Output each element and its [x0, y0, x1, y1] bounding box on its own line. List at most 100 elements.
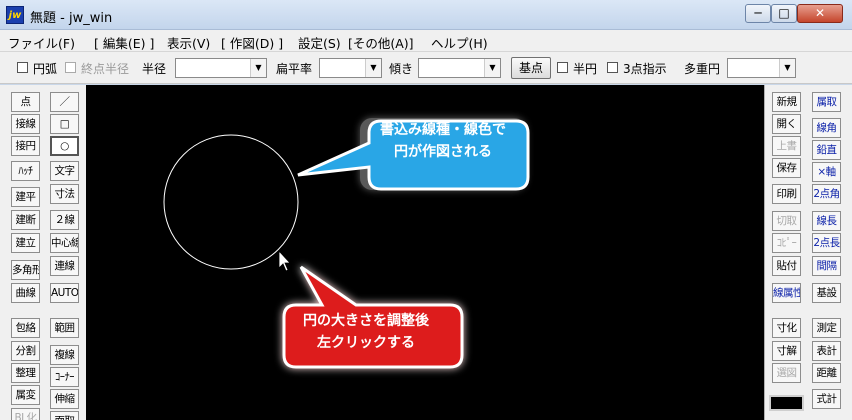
tilt-label: 傾き	[389, 62, 414, 76]
tool-envelope[interactable]: 包絡	[11, 318, 40, 338]
app-icon: jw	[6, 6, 24, 24]
tool-two-point-length[interactable]: 2点長	[812, 233, 841, 253]
menu-edit[interactable]: [ 編集(E) ]	[94, 33, 154, 52]
blue-callout-text: 書込み線種・線色で 円が作図される	[358, 119, 528, 163]
tool-attr-pick[interactable]: 属取	[812, 92, 841, 112]
tool-tangent-circle[interactable]: 接円	[11, 136, 40, 156]
menu-bar: ファイル(F) [ 編集(E) ] 表示(V) [ 作図(D) ] 設定(S) …	[0, 30, 852, 52]
tool-spacing[interactable]: 間隔	[812, 256, 841, 276]
flatness-combo[interactable]: ▼	[319, 58, 382, 78]
red-callout-text: 円の大きさを調整後 左クリックする	[276, 310, 456, 354]
tool-point[interactable]: 点	[11, 92, 40, 112]
blue-callout-line2: 円が作図される	[394, 144, 492, 160]
tool-line-angle[interactable]: 線角	[812, 118, 841, 138]
tool-select-figure[interactable]: 選図	[772, 363, 801, 383]
half-circle-label: 半円	[573, 62, 598, 76]
tool-tidy[interactable]: 整理	[11, 363, 40, 383]
menu-view[interactable]: 表示(V)	[167, 33, 210, 52]
tool-plan[interactable]: 建平	[11, 187, 40, 207]
tool-line-attr[interactable]: 線属性	[772, 283, 801, 303]
maximize-button[interactable]: □	[771, 4, 797, 23]
tool-attr-change[interactable]: 属変	[11, 385, 40, 405]
tool-formula-calc[interactable]: 式計	[812, 389, 841, 409]
multi-circle-combo[interactable]: ▼	[727, 58, 796, 78]
three-point-checkbox[interactable]	[607, 62, 618, 73]
tool-hatch[interactable]: ﾊｯﾁ	[11, 161, 40, 181]
tool-divide[interactable]: 分割	[11, 341, 40, 361]
chevron-down-icon: ▼	[250, 59, 266, 77]
tool-auto[interactable]: AUTO	[50, 283, 79, 303]
tilt-combo[interactable]: ▼	[418, 58, 501, 78]
left-tool-panel: 点 接線 接円 ﾊｯﾁ 建平 建断 建立 多角形 曲線 包絡 分割 整理 属変 …	[0, 85, 86, 420]
tool-rectangle[interactable]: □	[50, 114, 79, 134]
tool-cut[interactable]: 切取	[772, 211, 801, 231]
tool-paste[interactable]: 貼付	[772, 256, 801, 276]
flatness-label: 扁平率	[276, 62, 313, 76]
tool-copy[interactable]: ｺﾋﾟｰ	[772, 233, 801, 253]
menu-file[interactable]: ファイル(F)	[8, 33, 75, 52]
chevron-down-icon: ▼	[779, 59, 795, 77]
endpoint-radius-label: 終点半径	[81, 62, 130, 76]
drawn-circle	[163, 134, 299, 270]
line-color-swatch[interactable]	[769, 395, 804, 411]
tool-line[interactable]: ／	[50, 92, 79, 112]
tool-tangent[interactable]: 接線	[11, 114, 40, 134]
tool-measure[interactable]: 測定	[812, 318, 841, 338]
tool-print[interactable]: 印刷	[772, 184, 801, 204]
menu-help[interactable]: ヘルプ(H)	[431, 33, 488, 52]
tool-polygon[interactable]: 多角形	[11, 260, 40, 280]
tool-offset[interactable]: 複線	[50, 345, 79, 365]
red-callout-line2: 左クリックする	[317, 335, 415, 351]
tool-new[interactable]: 新規	[772, 92, 801, 112]
tool-stretch[interactable]: 伸縮	[50, 389, 79, 409]
tool-curve[interactable]: 曲線	[11, 283, 40, 303]
radius-combo[interactable]: ▼	[175, 58, 267, 78]
tool-dim-release[interactable]: 寸解	[772, 341, 801, 361]
tool-double-line[interactable]: ２線	[50, 210, 79, 230]
tool-vertical[interactable]: 鉛直	[812, 140, 841, 160]
tool-open[interactable]: 開く	[772, 114, 801, 134]
half-circle-checkbox[interactable]	[557, 62, 568, 73]
tool-section[interactable]: 建断	[11, 210, 40, 230]
drawing-canvas[interactable]: 書込み線種・線色で 円が作図される 円の大きさを調整後 左クリックする	[86, 85, 764, 420]
right-tool-panel: 新規 開く 上書 保存 印刷 切取 ｺﾋﾟｰ 貼付 線属性 寸化 寸解 選図 属…	[764, 85, 852, 420]
radius-label: 半径	[142, 62, 167, 76]
tool-centerline[interactable]: 中心線	[50, 233, 79, 253]
menu-settings[interactable]: 設定(S)	[298, 33, 341, 52]
tool-table-calc[interactable]: 表計	[812, 341, 841, 361]
tool-overwrite[interactable]: 上書	[772, 136, 801, 156]
tool-chamfer[interactable]: 面取	[50, 411, 79, 420]
tool-base-setting[interactable]: 基設	[812, 283, 841, 303]
arc-checkbox[interactable]	[17, 62, 28, 73]
tool-two-point-angle[interactable]: 2点角	[812, 184, 841, 204]
tool-text[interactable]: 文字	[50, 161, 79, 181]
window-title: 無題 - jw_win	[30, 11, 113, 26]
tool-dim-convert[interactable]: 寸化	[772, 318, 801, 338]
blue-callout-line1: 書込み線種・線色で	[380, 122, 506, 138]
endpoint-radius-checkbox[interactable]	[65, 62, 76, 73]
red-callout-line1: 円の大きさを調整後	[303, 313, 429, 329]
title-bar: jw 無題 - jw_win ─ □ ✕	[0, 0, 852, 30]
menu-other[interactable]: [その他(A)]	[348, 33, 414, 52]
chevron-down-icon: ▼	[365, 59, 381, 77]
tool-corner[interactable]: ｺｰﾅｰ	[50, 367, 79, 387]
tool-elevation[interactable]: 建立	[11, 233, 40, 253]
tool-range[interactable]: 範囲	[50, 318, 79, 338]
tool-dimension[interactable]: 寸法	[50, 184, 79, 204]
multi-circle-label: 多重円	[684, 62, 721, 76]
mouse-cursor-icon	[278, 249, 291, 272]
base-point-button[interactable]: 基点	[511, 57, 551, 79]
tool-block[interactable]: BL化	[11, 408, 40, 420]
tool-line-length[interactable]: 線長	[812, 211, 841, 231]
tool-distance[interactable]: 距離	[812, 363, 841, 383]
control-bar: 円弧 終点半径 半径 ▼ 扁平率 ▼ 傾き ▼ 基点 半円 3点指示 多重円 ▼	[0, 52, 852, 84]
tool-circle[interactable]: ○	[50, 136, 79, 156]
menu-draw[interactable]: [ 作図(D) ]	[221, 33, 283, 52]
minimize-button[interactable]: ─	[745, 4, 771, 23]
tool-save[interactable]: 保存	[772, 158, 801, 178]
chevron-down-icon: ▼	[484, 59, 500, 77]
close-button[interactable]: ✕	[797, 4, 843, 23]
tool-continuous-line[interactable]: 連線	[50, 256, 79, 276]
tool-x-axis[interactable]: ×軸	[812, 162, 841, 182]
arc-label: 円弧	[33, 62, 58, 76]
